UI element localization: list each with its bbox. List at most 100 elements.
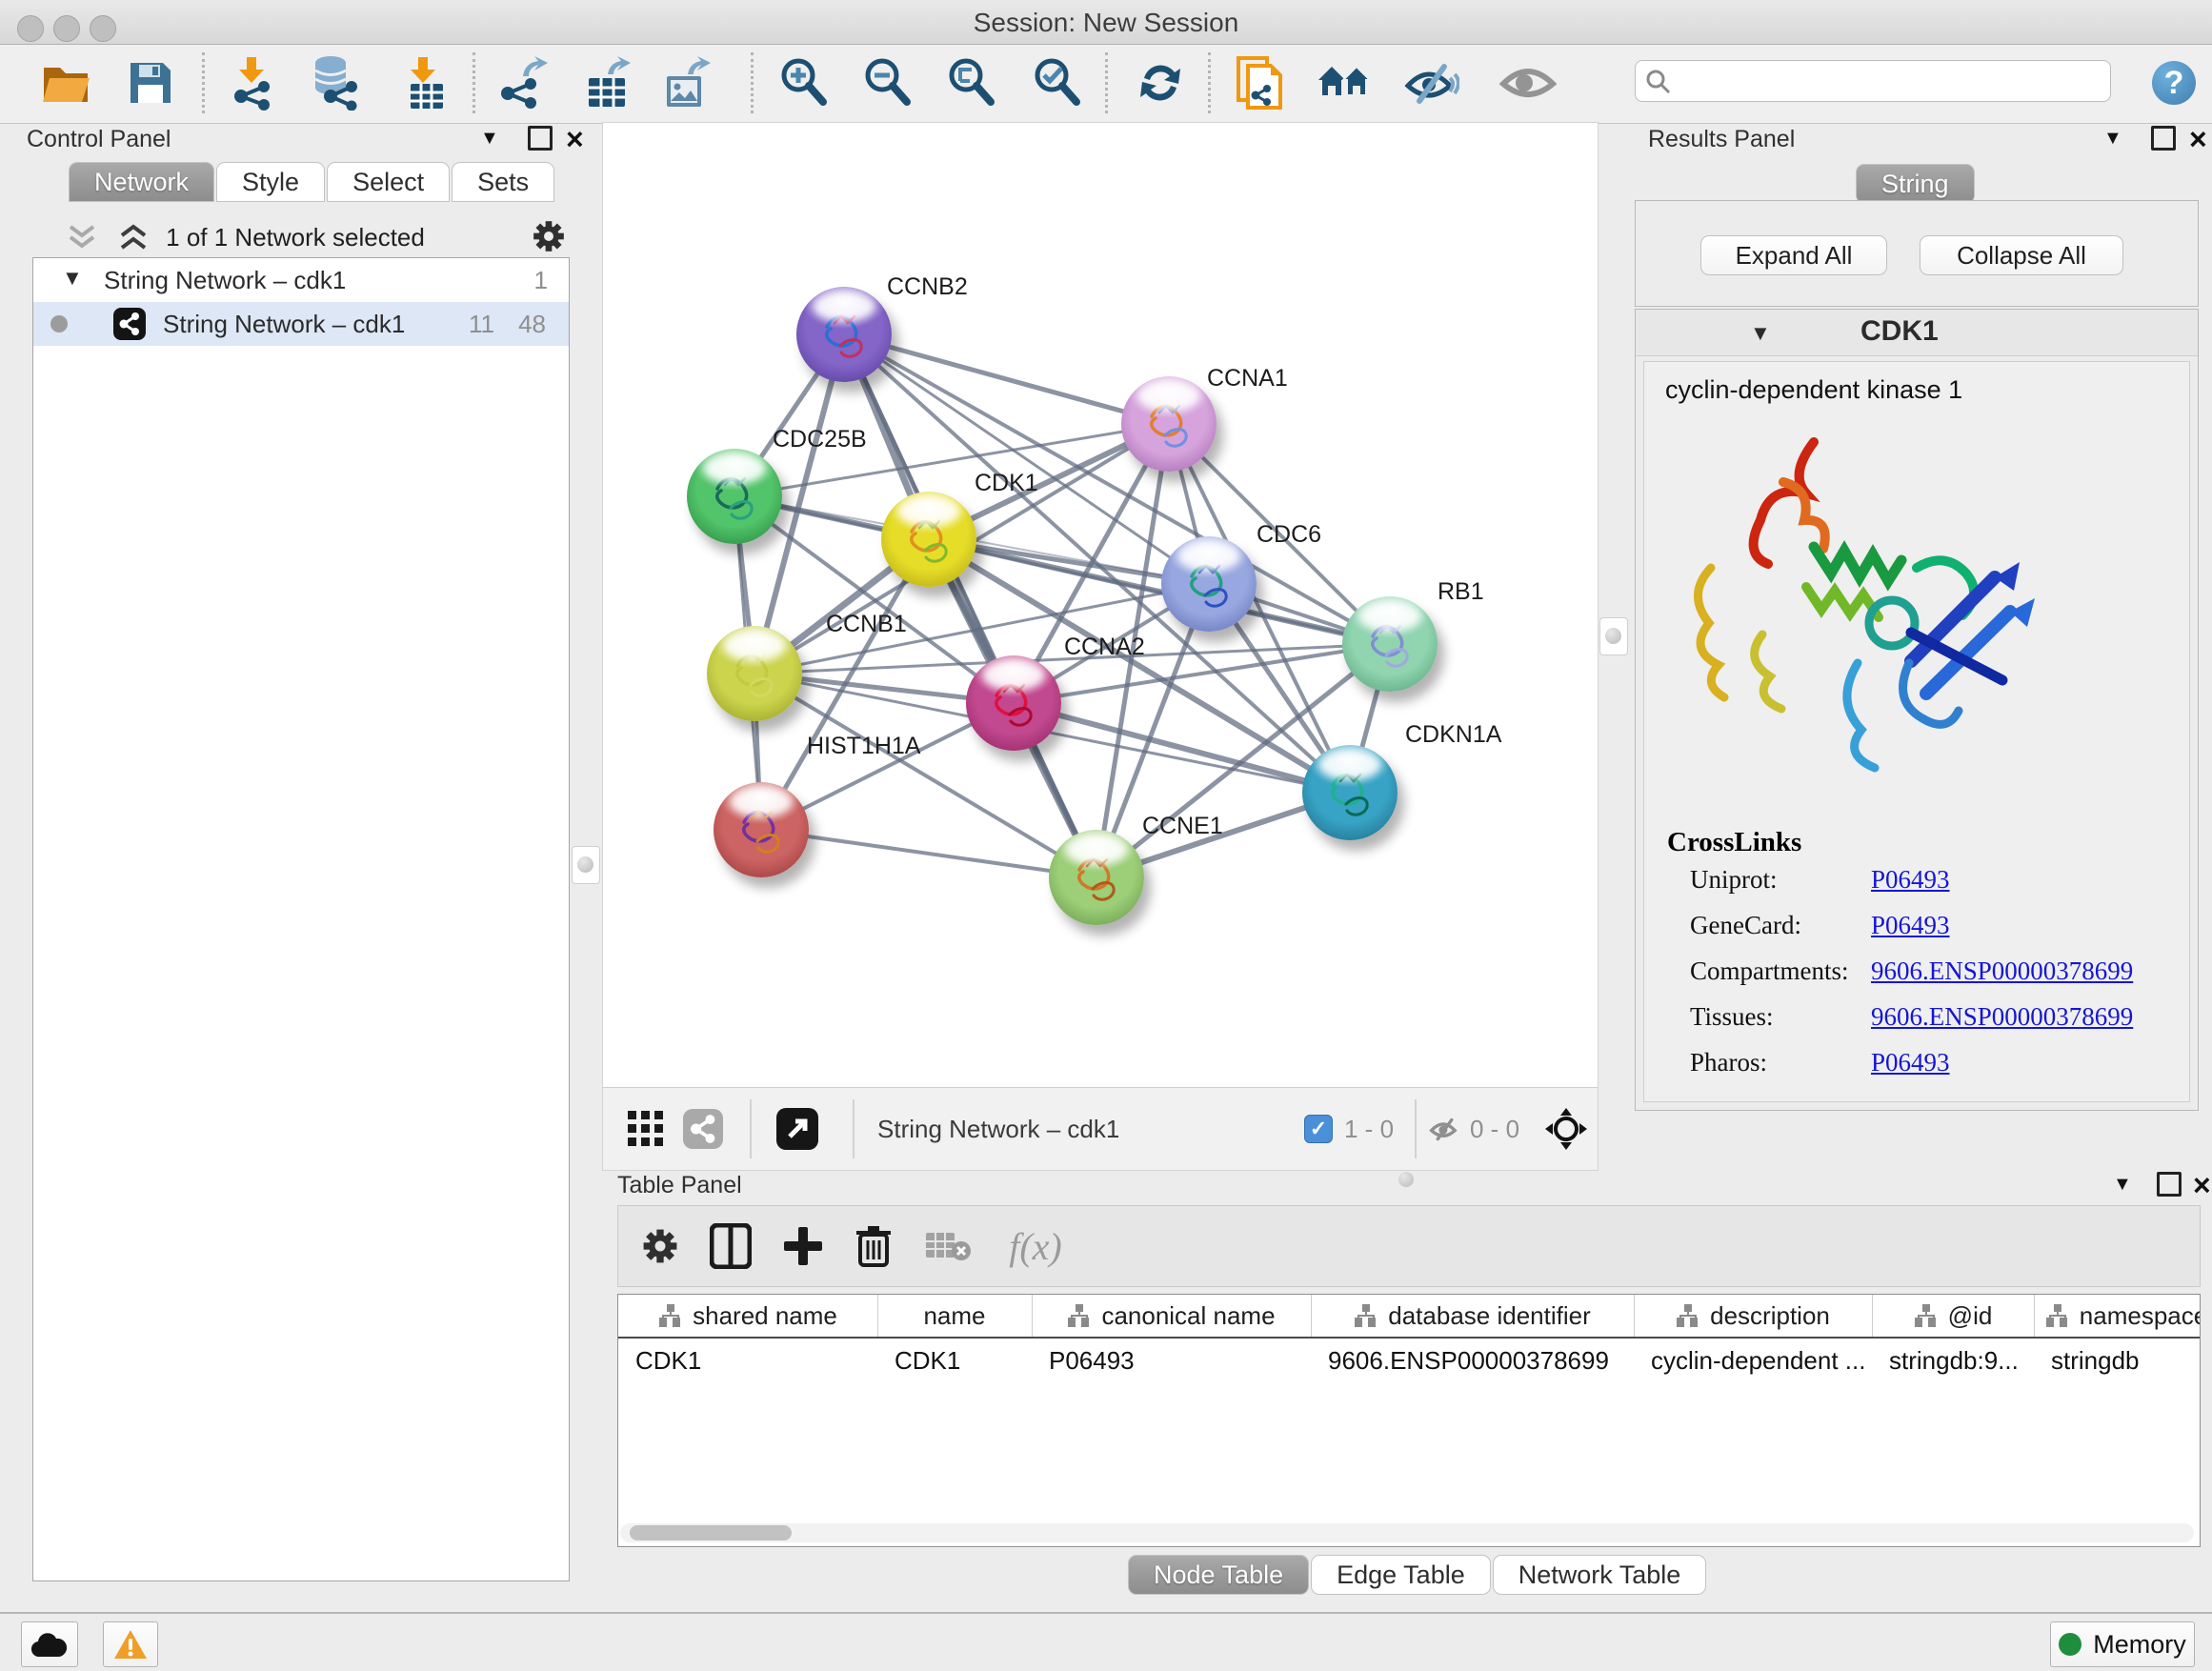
save-session-button[interactable]: [122, 54, 179, 111]
tab-network[interactable]: Network: [69, 162, 214, 202]
show-columns-button[interactable]: [704, 1219, 757, 1273]
zoom-fit-button[interactable]: [943, 54, 1000, 111]
birds-eye-toggle-button[interactable]: [1544, 1088, 1588, 1170]
crosslink-link[interactable]: 9606.ENSP00000378699: [1871, 1002, 2133, 1032]
help-button[interactable]: ?: [2145, 54, 2202, 111]
tab-node-table[interactable]: Node Table: [1128, 1555, 1309, 1595]
panel-divider-handle[interactable]: [572, 846, 600, 884]
section-collapse-icon[interactable]: ▼: [1750, 321, 1771, 346]
panel-divider-handle[interactable]: [1599, 617, 1628, 655]
node-CCNE1[interactable]: [1049, 830, 1144, 925]
save-icon: [128, 60, 173, 106]
tree-collapse-icon[interactable]: ▼: [62, 266, 83, 291]
column-header-namespace[interactable]: namespace: [2034, 1295, 2201, 1337]
tab-edge-table[interactable]: Edge Table: [1311, 1555, 1491, 1595]
close-panel-icon[interactable]: ×: [2189, 130, 2207, 149]
section-header[interactable]: ▼ CDK1: [1636, 310, 2198, 356]
export-table-button[interactable]: [581, 54, 638, 111]
tab-sets[interactable]: Sets: [452, 162, 554, 202]
panel-menu-icon[interactable]: ▼: [480, 128, 499, 150]
cloud-status-button[interactable]: [21, 1621, 78, 1667]
column-header-canonicalname[interactable]: canonical name: [1032, 1295, 1312, 1337]
close-panel-icon[interactable]: ×: [2193, 1176, 2211, 1195]
panel-menu-icon[interactable]: ▼: [2113, 1174, 2132, 1196]
open-session-button[interactable]: [38, 54, 95, 111]
show-all-button[interactable]: [1499, 54, 1557, 111]
tab-network-table[interactable]: Network Table: [1493, 1555, 1707, 1595]
edge-HIST1H1A-CCNE1[interactable]: [761, 830, 1096, 877]
crosslink-link[interactable]: P06493: [1871, 1048, 1950, 1077]
node-CCNB1[interactable]: [707, 626, 802, 721]
gloss-highlight: [724, 632, 785, 660]
table-cell[interactable]: stringdb:9...: [1872, 1339, 2034, 1382]
node-CDKN1A[interactable]: [1302, 745, 1398, 840]
table-cell[interactable]: CDK1: [618, 1339, 877, 1382]
new-network-from-selection-button[interactable]: [1233, 54, 1290, 111]
edge-CCNB2-RB1[interactable]: [844, 334, 1390, 644]
detach-view-button[interactable]: [776, 1088, 818, 1170]
column-header-name[interactable]: name: [877, 1295, 1033, 1337]
apply-layout-button[interactable]: [1132, 54, 1189, 111]
node-CCNA2[interactable]: [966, 655, 1061, 751]
node-RB1[interactable]: [1342, 596, 1438, 692]
table-options-button[interactable]: [633, 1219, 687, 1273]
column-header-description[interactable]: description: [1634, 1295, 1873, 1337]
crosslink-link[interactable]: 9606.ENSP00000378699: [1871, 956, 2133, 986]
import-network-file-button[interactable]: [225, 54, 282, 111]
table-cell[interactable]: cyclin-dependent ...: [1634, 1339, 1872, 1382]
panel-menu-icon[interactable]: ▼: [2103, 128, 2122, 150]
network-overview-button[interactable]: [683, 1088, 723, 1170]
column-header-sharedname[interactable]: shared name: [618, 1295, 878, 1337]
column-header-databaseidentifier[interactable]: database identifier: [1311, 1295, 1635, 1337]
export-network-button[interactable]: [495, 54, 553, 111]
delete-column-button[interactable]: [847, 1219, 900, 1273]
tab-select[interactable]: Select: [327, 162, 450, 202]
function-builder-button[interactable]: f(x): [997, 1219, 1074, 1273]
hide-selected-button[interactable]: [1402, 54, 1459, 111]
memory-button[interactable]: Memory: [2050, 1621, 2195, 1667]
selected-filter-checkbox[interactable]: ✓: [1304, 1088, 1333, 1170]
scrollbar-thumb[interactable]: [630, 1525, 792, 1540]
collapse-all-icon[interactable]: [65, 223, 99, 252]
crosslink-link[interactable]: P06493: [1871, 911, 1950, 940]
tab-style[interactable]: Style: [216, 162, 325, 202]
zoom-out-button[interactable]: [859, 54, 916, 111]
zoom-in-button[interactable]: [775, 54, 833, 111]
warnings-button[interactable]: [103, 1621, 158, 1667]
tab-string[interactable]: String: [1856, 164, 1975, 204]
search-input[interactable]: [1678, 65, 2101, 97]
float-panel-icon[interactable]: [2151, 126, 2176, 157]
table-cell[interactable]: CDK1: [877, 1339, 1032, 1382]
expand-all-button[interactable]: Expand All: [1700, 235, 1887, 275]
gear-icon[interactable]: [530, 217, 568, 255]
first-neighbors-button[interactable]: [1317, 54, 1374, 111]
network-view-canvas[interactable]: CCNB2CCNA1CDC25BCDK1CDC6RB1CCNB1CCNA2CDK…: [602, 122, 1599, 1088]
close-panel-icon[interactable]: ×: [566, 130, 584, 149]
node-CCNA1[interactable]: [1121, 376, 1217, 472]
import-network-database-button[interactable]: [307, 54, 364, 111]
table-cell[interactable]: stringdb: [2034, 1339, 2201, 1382]
expand-all-icon[interactable]: [116, 223, 151, 252]
network-collection-row[interactable]: ▼ String Network – cdk1 1: [33, 258, 569, 302]
node-CDK1[interactable]: [881, 492, 976, 587]
node-CDC6[interactable]: [1161, 536, 1257, 632]
crosslink-link[interactable]: P06493: [1871, 865, 1950, 895]
float-panel-icon[interactable]: [528, 126, 553, 157]
refresh-icon: [1135, 57, 1186, 109]
export-image-button[interactable]: [659, 54, 716, 111]
node-CDC25B[interactable]: [687, 449, 782, 544]
delete-table-button[interactable]: [921, 1219, 975, 1273]
float-panel-icon[interactable]: [2157, 1172, 2182, 1203]
import-table-button[interactable]: [396, 54, 453, 111]
create-column-button[interactable]: [776, 1219, 830, 1273]
table-cell[interactable]: 9606.ENSP00000378699: [1311, 1339, 1634, 1382]
zoom-selected-button[interactable]: [1029, 54, 1086, 111]
horizontal-scrollbar[interactable]: [620, 1523, 2194, 1542]
network-row-selected[interactable]: String Network – cdk1 11 48: [33, 302, 569, 346]
node-HIST1H1A[interactable]: [714, 782, 809, 877]
collapse-all-button[interactable]: Collapse All: [1920, 235, 2123, 275]
grid-view-button[interactable]: [628, 1088, 664, 1170]
column-header-id[interactable]: @id: [1872, 1295, 2035, 1337]
node-CCNB2[interactable]: [796, 287, 892, 382]
table-cell[interactable]: P06493: [1032, 1339, 1311, 1382]
